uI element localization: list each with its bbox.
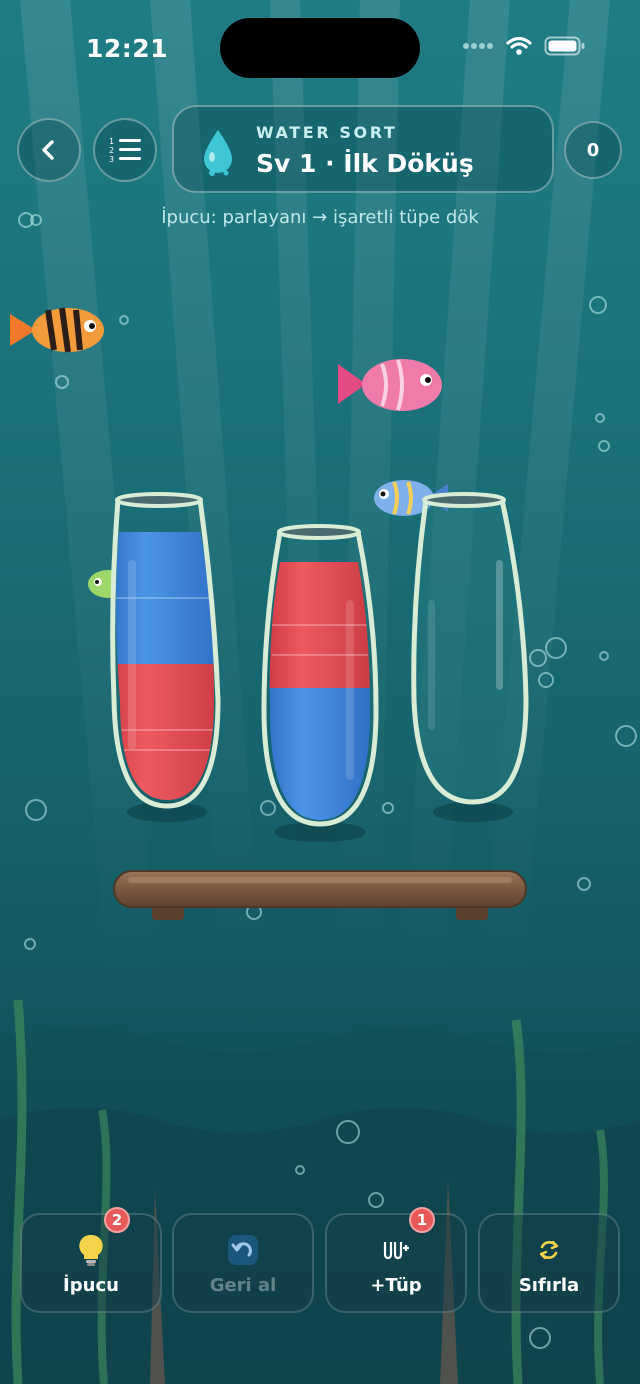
- add-tube-count-badge: 1: [409, 1207, 435, 1233]
- tube-area: [100, 492, 529, 920]
- add-tube-label: +Tüp: [370, 1275, 422, 1296]
- hint-text: İpucu: parlayanı → işaretli tüpe dök: [161, 207, 479, 228]
- reset-button[interactable]: Sıfırla: [478, 1213, 620, 1313]
- hint-label: İpucu: [63, 1275, 119, 1296]
- orange-fish: [10, 307, 104, 353]
- add-tube-button[interactable]: 1 +Tüp: [325, 1207, 467, 1313]
- reset-label: Sıfırla: [518, 1275, 580, 1296]
- level-title: Sv 1 · İlk Döküş: [256, 149, 474, 178]
- numbered-list-icon: 1 2 3: [109, 137, 141, 164]
- svg-text:1: 1: [109, 137, 114, 146]
- level-list-button[interactable]: 1 2 3: [93, 118, 157, 182]
- tube-1[interactable]: [100, 492, 230, 809]
- water-drop-icon: [204, 130, 232, 176]
- score-counter: 0: [564, 121, 622, 179]
- hint-button[interactable]: 2 İpucu: [20, 1207, 162, 1313]
- hint-count-badge: 2: [104, 1207, 130, 1233]
- lightbulb-icon: [74, 1233, 108, 1267]
- status-icons: [462, 36, 586, 56]
- undo-button[interactable]: Geri al: [172, 1213, 314, 1313]
- back-button[interactable]: [17, 118, 81, 182]
- chevron-left-icon: [42, 140, 54, 160]
- shelf: [113, 870, 527, 920]
- game-title: WATER SORT: [256, 123, 398, 142]
- wifi-icon: [506, 36, 532, 55]
- undo-label: Geri al: [209, 1275, 277, 1296]
- svg-text:2: 2: [109, 146, 114, 155]
- status-time: 12:21: [86, 34, 169, 63]
- reset-icon: [532, 1233, 566, 1267]
- signal-icon: [463, 43, 493, 49]
- undo-icon: [226, 1233, 260, 1267]
- pink-fish: [338, 359, 442, 411]
- game-scene: 12:21 1 2 3 WATER SORT Sv 1 · İlk Döküş …: [0, 0, 640, 1384]
- tube-3[interactable]: [411, 492, 529, 805]
- dynamic-island: [220, 18, 420, 78]
- tube-2[interactable]: [260, 524, 380, 828]
- battery-icon: [544, 36, 585, 56]
- level-title-card: WATER SORT Sv 1 · İlk Döküş: [172, 105, 554, 193]
- svg-text:3: 3: [109, 155, 114, 164]
- add-tube-icon: [379, 1233, 413, 1267]
